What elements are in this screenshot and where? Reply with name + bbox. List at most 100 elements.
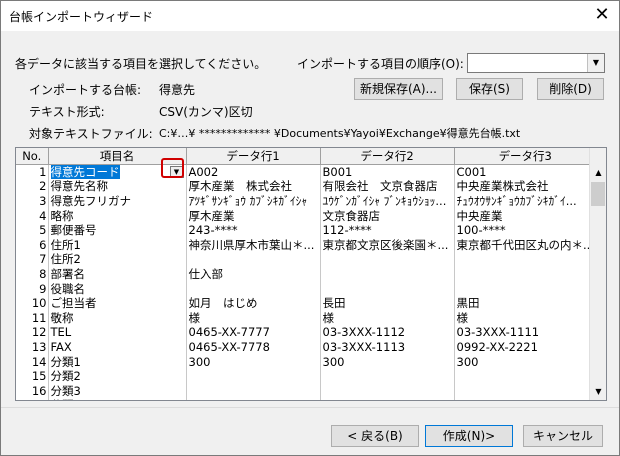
- item-name-label: TEL: [50, 325, 72, 340]
- instruction-text: 各データに該当する項目を選択してください。: [15, 57, 267, 71]
- data-row2-cell: 300: [320, 354, 455, 369]
- table-row[interactable]: 3 得意先フリガナ ｱﾂｷﾞｻﾝｷﾞｮｳ ｶﾌﾞｼｷｶﾞｲｼｬ ﾕｳｹﾞﾝｶﾞｲｼｬ …: [16, 193, 597, 209]
- mapping-grid[interactable]: No. 項目名 データ行1 データ行2 データ行3 1 得意先コード ▼ A002 B0…: [15, 147, 607, 401]
- table-row[interactable]: 6 住所1 神奈川県厚木市葉山＊... 東京都文京区後楽園＊... 東京都千代田区丸の内…: [16, 237, 597, 253]
- file-label: 対象テキストファイル:: [29, 127, 153, 141]
- new-save-button[interactable]: 新規保存(A)...: [354, 78, 443, 100]
- data-row1-cell: 300: [186, 354, 321, 369]
- col-header-no[interactable]: No.: [16, 148, 49, 165]
- table-row[interactable]: 8 部署名 仕入部: [16, 266, 597, 282]
- item-name-label: 役職名: [50, 281, 86, 296]
- data-row1-cell: [186, 281, 321, 296]
- item-name-cell[interactable]: 住所2: [48, 252, 187, 267]
- data-row1-cell: A002: [186, 164, 321, 180]
- back-button[interactable]: < 戻る(B): [331, 425, 419, 447]
- data-row2-cell: [320, 281, 455, 296]
- item-name-cell[interactable]: FAX: [48, 339, 187, 355]
- delete-button[interactable]: 削除(D): [537, 78, 604, 100]
- item-name-cell[interactable]: 分類1: [48, 354, 187, 369]
- item-name-cell[interactable]: 役職名: [48, 281, 187, 296]
- data-row1-cell: [186, 368, 321, 384]
- item-name-label: 得意先コード: [50, 165, 120, 180]
- data-row3-cell: 100-****: [454, 222, 597, 238]
- data-row1-cell: ｱﾂｷﾞｻﾝｷﾞｮｳ ｶﾌﾞｼｷｶﾞｲｼｬ: [186, 193, 321, 209]
- data-row3-cell: [454, 252, 597, 267]
- table-row[interactable]: 10 ご担当者 如月 はじめ 長田 黒田: [16, 295, 597, 311]
- item-name-label: 得意先名称: [50, 179, 109, 194]
- item-name-cell[interactable]: 分類4: [48, 398, 187, 400]
- table-row[interactable]: 12 TEL 0465-XX-7777 03-3XXX-1112 03-3XXX-111…: [16, 325, 597, 340]
- table-row[interactable]: 14 分類1 300 300 300: [16, 354, 597, 369]
- row-number: 12: [16, 325, 49, 340]
- table-row[interactable]: 2 得意先名称 厚木産業 株式会社 有限会社 文京食器店 中央産業株式会社: [16, 179, 597, 194]
- order-label: インポートする項目の順序(O):: [297, 57, 464, 71]
- data-row1-cell: 如月 はじめ: [186, 295, 321, 311]
- col-header-row3[interactable]: データ行3: [454, 148, 597, 165]
- row-number: 8: [16, 266, 49, 282]
- data-row1-cell: [186, 252, 321, 267]
- table-row[interactable]: 4 略称 厚木産業 文京食器店 中央産業: [16, 208, 597, 223]
- scroll-down-icon[interactable]: ▼: [590, 383, 606, 400]
- item-name-cell[interactable]: 部署名: [48, 266, 187, 282]
- table-row[interactable]: 15 分類2: [16, 368, 597, 384]
- table-row[interactable]: 7 住所2: [16, 252, 597, 267]
- save-button[interactable]: 保存(S): [456, 78, 523, 100]
- data-row2-cell: ﾕｳｹﾞﾝｶﾞｲｼｬ ﾌﾞﾝｷｮｳｼｮｯ...: [320, 193, 455, 209]
- item-name-label: 略称: [50, 208, 74, 223]
- row-number: 7: [16, 252, 49, 267]
- data-row2-cell: [320, 368, 455, 384]
- item-name-cell[interactable]: 敬称: [48, 310, 187, 326]
- item-name-label: 得意先フリガナ: [50, 193, 132, 208]
- table-row[interactable]: 17分類4: [16, 398, 597, 400]
- cancel-button[interactable]: キャンセル: [523, 425, 603, 447]
- row-number: 5: [16, 222, 49, 238]
- table-row[interactable]: 13 FAX 0465-XX-7778 03-3XXX-1113 0992-XX-222…: [16, 339, 597, 355]
- item-name-cell[interactable]: 住所1: [48, 237, 187, 253]
- item-name-label: 分類2: [50, 369, 81, 384]
- item-name-cell[interactable]: 郵便番号: [48, 222, 187, 238]
- item-name-label: 分類1: [50, 354, 81, 369]
- table-row[interactable]: 5 郵便番号 243-**** 112-**** 100-****: [16, 222, 597, 238]
- data-row3-cell: 中央産業: [454, 208, 597, 223]
- format-label: テキスト形式:: [29, 105, 105, 119]
- data-row3-cell: ﾁｭｳｵｳｻﾝｷﾞｮｳｶﾌﾞｼｷｶﾞｲ...: [454, 193, 597, 209]
- close-icon[interactable]: ✕: [585, 1, 619, 31]
- item-name-cell[interactable]: 得意先フリガナ: [48, 193, 187, 209]
- data-row2-cell: 112-****: [320, 222, 455, 238]
- scroll-thumb[interactable]: [591, 182, 605, 206]
- item-name-cell[interactable]: 略称: [48, 208, 187, 223]
- format-value: CSV(カンマ)区切: [159, 105, 253, 119]
- data-row3-cell: 様: [454, 310, 597, 326]
- scroll-up-icon[interactable]: ▲: [590, 164, 606, 181]
- table-row[interactable]: 9 役職名: [16, 281, 597, 296]
- col-header-row2[interactable]: データ行2: [320, 148, 455, 165]
- item-name-label: FAX: [50, 339, 72, 354]
- item-name-cell[interactable]: 得意先名称: [48, 179, 187, 194]
- vertical-scrollbar[interactable]: ▲ ▼: [589, 148, 606, 400]
- item-name-cell[interactable]: 分類3: [48, 383, 187, 398]
- chevron-down-icon[interactable]: ▼: [587, 54, 604, 72]
- order-select[interactable]: ▼: [467, 53, 605, 73]
- data-row3-cell: [454, 398, 597, 400]
- table-row[interactable]: 11 敬称様様様: [16, 310, 597, 326]
- row-number: 3: [16, 193, 49, 209]
- table-row[interactable]: 16 分類3: [16, 383, 597, 398]
- data-row1-cell: 厚木産業 株式会社: [186, 179, 321, 194]
- ledger-value: 得意先: [159, 83, 196, 97]
- item-name-label: ご担当者: [50, 296, 97, 311]
- data-row2-cell: [320, 398, 455, 400]
- table-row[interactable]: 1 得意先コード ▼ A002 B001 C001: [16, 164, 597, 180]
- data-row1-cell: 243-****: [186, 222, 321, 238]
- row-number: 17: [16, 398, 49, 400]
- item-name-cell[interactable]: TEL: [48, 325, 187, 340]
- item-name-cell[interactable]: 分類2: [48, 368, 187, 384]
- data-row2-cell: 文京食器店: [320, 208, 455, 223]
- create-button[interactable]: 作成(N)>: [425, 425, 513, 447]
- item-name-label: 住所1: [50, 237, 81, 252]
- item-name-cell[interactable]: ご担当者: [48, 295, 187, 311]
- col-header-row1[interactable]: データ行1: [186, 148, 321, 165]
- data-row1-cell: 0465-XX-7778: [186, 339, 321, 355]
- data-row3-cell: 中央産業株式会社: [454, 179, 597, 194]
- data-row3-cell: [454, 266, 597, 282]
- row-number: 1: [16, 164, 49, 180]
